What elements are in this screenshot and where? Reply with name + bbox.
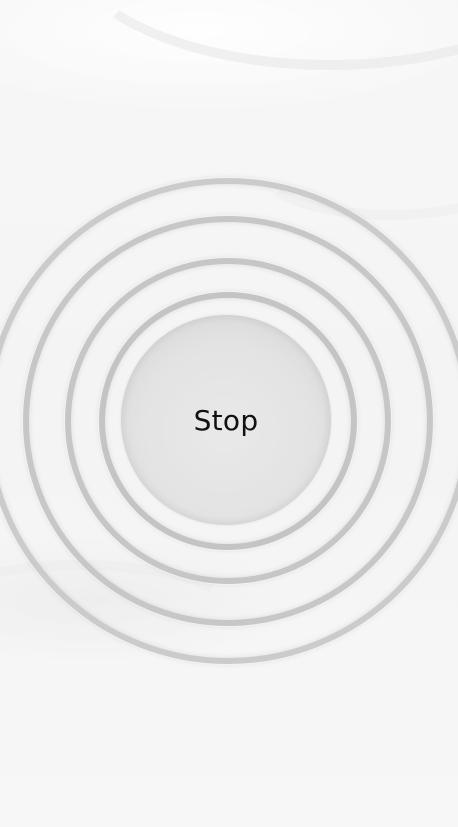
stop-button[interactable]: Stop — [121, 315, 331, 525]
stop-button-label: Stop — [193, 403, 259, 437]
screen: Stop — [0, 0, 458, 827]
background-swoosh — [60, 0, 458, 70]
